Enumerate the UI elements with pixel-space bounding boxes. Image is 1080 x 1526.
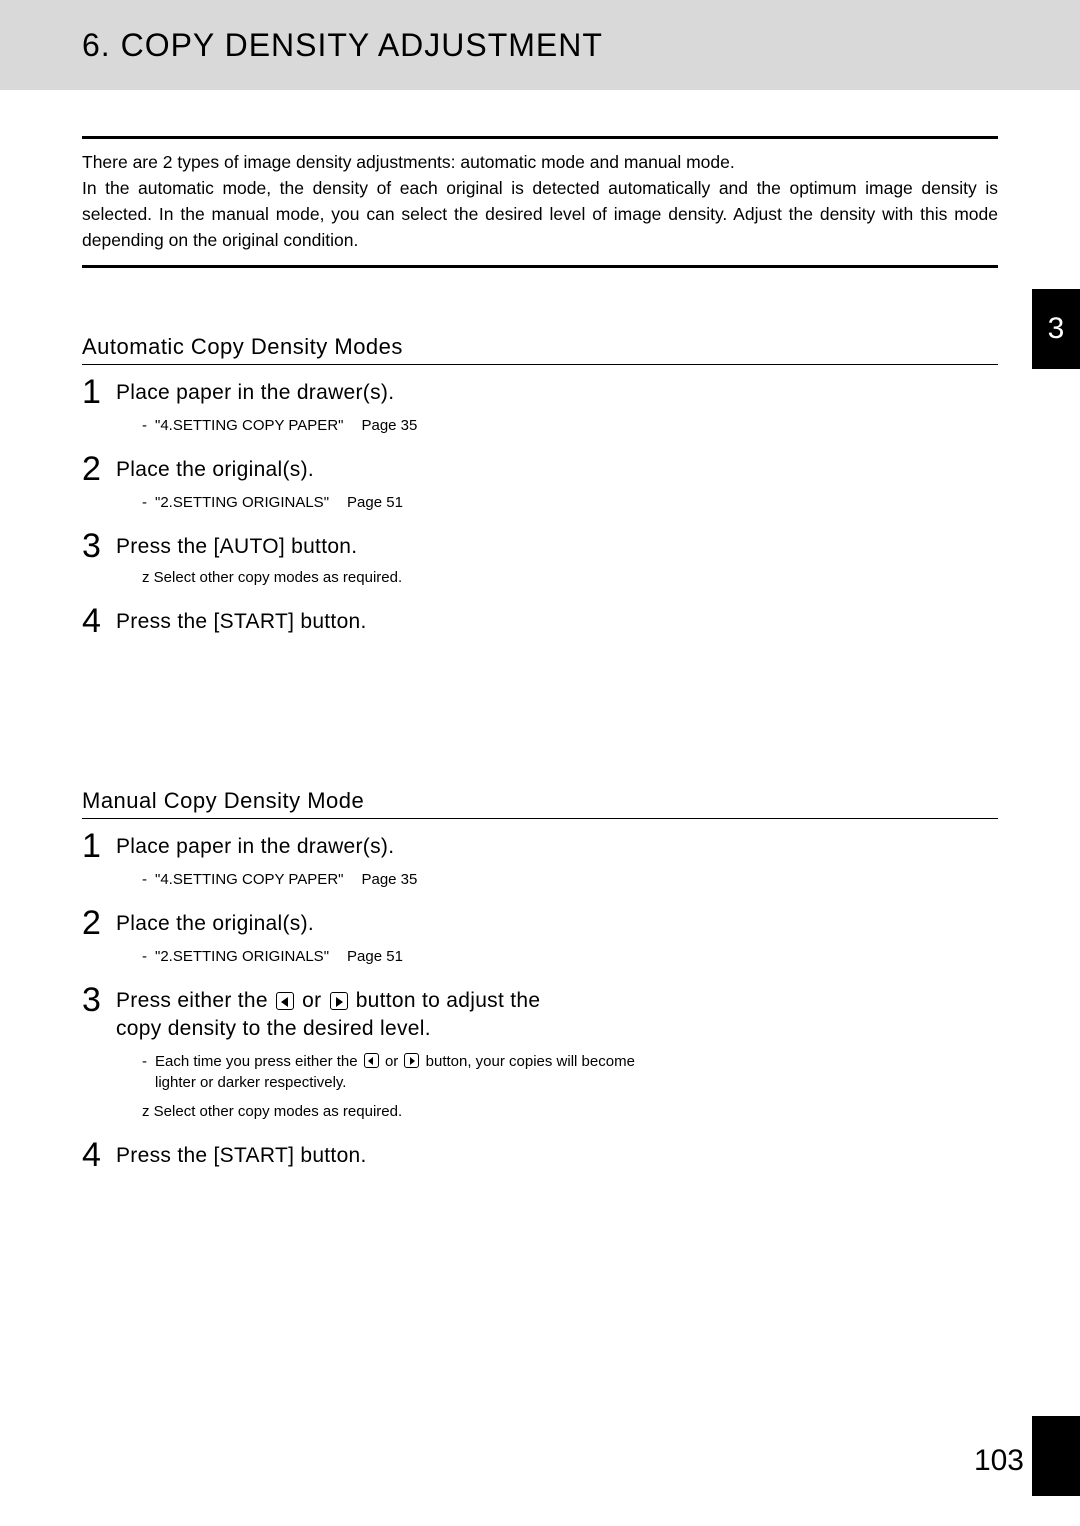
note-text: Select other copy modes as required. xyxy=(154,1103,402,1120)
auto-step-3: 3 Press the [AUTO] button. z Select othe… xyxy=(82,529,998,598)
step-body: Place paper in the drawer(s). - "4.SETTI… xyxy=(116,829,998,900)
page-title: 6. COPY DENSITY ADJUSTMENT xyxy=(82,27,603,64)
step-number: 3 xyxy=(82,983,116,1017)
page-ref: Page 35 xyxy=(361,415,417,436)
content: There are 2 types of image density adjus… xyxy=(0,90,1080,1172)
step-number: 4 xyxy=(82,604,116,638)
dash: - xyxy=(142,1051,147,1072)
step-note: z Select other copy modes as required. xyxy=(142,569,998,586)
step-number: 3 xyxy=(82,529,116,563)
step-title: Place paper in the drawer(s). xyxy=(116,833,998,861)
step-number: 2 xyxy=(82,452,116,486)
step-body: Press the [START] button. xyxy=(116,1138,998,1170)
manual-step-4: 4 Press the [START] button. xyxy=(82,1138,998,1172)
section-heading-automatic: Automatic Copy Density Modes xyxy=(82,334,998,365)
sub-part-a: Each time you press either the xyxy=(155,1053,362,1070)
left-arrow-icon xyxy=(364,1053,379,1068)
step-sub-row: - "4.SETTING COPY PAPER" Page 35 xyxy=(142,869,998,890)
step-title: Place the original(s). xyxy=(116,456,998,484)
sub-text: Each time you press either the or button… xyxy=(155,1051,662,1093)
dash: - xyxy=(142,415,147,436)
step-title: Press either the or button to adjust the… xyxy=(116,987,576,1043)
step-sub: - Each time you press either the or butt… xyxy=(142,1051,998,1093)
step-number: 1 xyxy=(82,375,116,409)
step-title: Press the [START] button. xyxy=(116,1142,998,1170)
page-ref: Page 35 xyxy=(361,869,417,890)
step-sub: - "4.SETTING COPY PAPER" Page 35 xyxy=(142,869,998,890)
dash: - xyxy=(142,492,147,513)
page-ref: Page 51 xyxy=(347,946,403,967)
left-arrow-icon xyxy=(276,992,294,1010)
chapter-tab: 3 xyxy=(1032,289,1080,369)
step-note: z Select other copy modes as required. xyxy=(142,1103,998,1120)
step-number: 2 xyxy=(82,906,116,940)
section-manual: Manual Copy Density Mode 1 Place paper i… xyxy=(82,788,998,1172)
page-ref: Page 51 xyxy=(347,492,403,513)
step-sub: - "4.SETTING COPY PAPER" Page 35 xyxy=(142,415,998,436)
step-body: Place the original(s). - "2.SETTING ORIG… xyxy=(116,452,998,523)
note-bullet: z xyxy=(142,569,150,586)
auto-step-1: 1 Place paper in the drawer(s). - "4.SET… xyxy=(82,375,998,446)
step-title: Press the [START] button. xyxy=(116,608,998,636)
cross-ref: "2.SETTING ORIGINALS" xyxy=(155,946,329,967)
dash: - xyxy=(142,869,147,890)
step-sub: - "2.SETTING ORIGINALS" Page 51 xyxy=(142,492,998,513)
step-number: 4 xyxy=(82,1138,116,1172)
step-body: Place paper in the drawer(s). - "4.SETTI… xyxy=(116,375,998,446)
step-body: Place the original(s). - "2.SETTING ORIG… xyxy=(116,906,998,977)
step-sub: - "2.SETTING ORIGINALS" Page 51 xyxy=(142,946,998,967)
manual-step-3: 3 Press either the or button to adjust t… xyxy=(82,983,998,1132)
title-bar: 6. COPY DENSITY ADJUSTMENT xyxy=(0,0,1080,90)
step-title: Place paper in the drawer(s). xyxy=(116,379,998,407)
right-arrow-icon xyxy=(404,1053,419,1068)
step-sub-row: - "2.SETTING ORIGINALS" Page 51 xyxy=(142,492,998,513)
auto-step-4: 4 Press the [START] button. xyxy=(82,604,998,638)
manual-step-2: 2 Place the original(s). - "2.SETTING OR… xyxy=(82,906,998,977)
step-body: Press the [AUTO] button. z Select other … xyxy=(116,529,998,598)
page-tab-decor xyxy=(1032,1416,1080,1496)
section-automatic: Automatic Copy Density Modes 1 Place pap… xyxy=(82,334,998,638)
title-part-a: Press either the xyxy=(116,989,274,1012)
title-part-b: or xyxy=(296,989,328,1012)
step-body: Press either the or button to adjust the… xyxy=(116,983,998,1132)
step-body: Press the [START] button. xyxy=(116,604,998,636)
step-sub-row: - "2.SETTING ORIGINALS" Page 51 xyxy=(142,946,998,967)
intro-paragraph-1: There are 2 types of image density adjus… xyxy=(82,149,998,175)
step-sub-row: - Each time you press either the or butt… xyxy=(142,1051,662,1093)
cross-ref: "2.SETTING ORIGINALS" xyxy=(155,492,329,513)
dash: - xyxy=(142,946,147,967)
note-bullet: z xyxy=(142,1103,150,1120)
auto-step-2: 2 Place the original(s). - "2.SETTING OR… xyxy=(82,452,998,523)
step-sub-row: - "4.SETTING COPY PAPER" Page 35 xyxy=(142,415,998,436)
section-heading-manual: Manual Copy Density Mode xyxy=(82,788,998,819)
cross-ref: "4.SETTING COPY PAPER" xyxy=(155,415,343,436)
intro-block: There are 2 types of image density adjus… xyxy=(82,136,998,268)
step-title: Press the [AUTO] button. xyxy=(116,533,998,561)
cross-ref: "4.SETTING COPY PAPER" xyxy=(155,869,343,890)
step-title: Place the original(s). xyxy=(116,910,998,938)
step-number: 1 xyxy=(82,829,116,863)
intro-paragraph-2: In the automatic mode, the density of ea… xyxy=(82,175,998,253)
note-text: Select other copy modes as required. xyxy=(154,569,402,586)
manual-step-1: 1 Place paper in the drawer(s). - "4.SET… xyxy=(82,829,998,900)
page-number: 103 xyxy=(974,1444,1024,1478)
right-arrow-icon xyxy=(330,992,348,1010)
sub-part-b: or xyxy=(381,1053,403,1070)
